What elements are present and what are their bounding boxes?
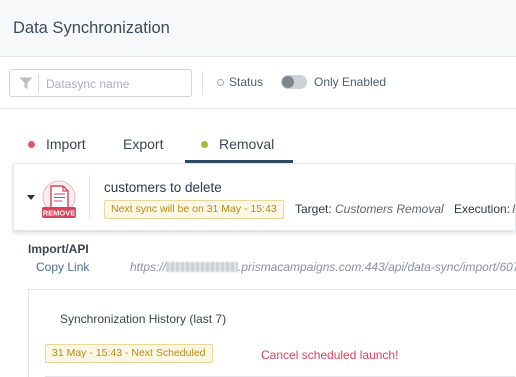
- tab-removal-label: Removal: [219, 136, 275, 152]
- status-radio[interactable]: [217, 79, 224, 86]
- only-enabled-toggle[interactable]: [281, 75, 307, 89]
- target-label: Target:: [295, 202, 332, 216]
- status-filter-label[interactable]: Status: [229, 75, 263, 89]
- removal-status-dot: [201, 141, 208, 148]
- import-status-dot: [28, 141, 35, 148]
- import-api-heading: Import/API: [28, 242, 89, 256]
- copy-link[interactable]: Copy Link: [36, 260, 89, 274]
- page-title: Data Synchronization: [13, 19, 170, 37]
- target-value: Customers Removal: [335, 202, 444, 216]
- sync-item-card[interactable]: REMOVE customers to delete Next sync wil…: [13, 163, 516, 231]
- next-sync-badge: Next sync will be on 31 May - 15:43: [104, 200, 284, 219]
- search-divider: [38, 74, 39, 93]
- api-url-prefix: https://: [130, 260, 167, 274]
- remove-document-icon: REMOVE: [42, 180, 76, 218]
- only-enabled-label: Only Enabled: [314, 75, 387, 89]
- tab-export[interactable]: Export: [123, 136, 163, 152]
- api-url: https:// .prismacampaigns.com:443/api/dat…: [130, 260, 516, 274]
- next-scheduled-badge: 31 May - 15:43 - Next Scheduled: [45, 344, 213, 363]
- tab-import[interactable]: Import: [28, 136, 86, 152]
- filter-bar: Datasync name Status Only Enabled: [0, 57, 516, 109]
- remove-badge-text: REMOVE: [43, 209, 76, 218]
- search-placeholder: Datasync name: [46, 77, 130, 91]
- api-url-suffix: .prismacampaigns.com:443/api/data-sync/i…: [238, 260, 516, 274]
- filter-icon: [19, 77, 33, 89]
- expand-caret-icon[interactable]: [27, 195, 35, 200]
- sync-history-panel: Synchronization History (last 7) 31 May …: [28, 289, 516, 377]
- tab-import-label: Import: [46, 136, 86, 152]
- execution-value: I: [512, 202, 516, 216]
- search-input[interactable]: Datasync name: [9, 69, 192, 97]
- execution-label: Execution:: [454, 202, 511, 216]
- cancel-scheduled-launch-link[interactable]: Cancel scheduled launch!: [261, 348, 398, 362]
- toggle-knob: [282, 76, 294, 88]
- sync-item-title: customers to delete: [104, 180, 222, 195]
- tab-export-label: Export: [123, 136, 164, 152]
- filter-divider: [202, 71, 203, 95]
- card-divider: [89, 175, 90, 220]
- sync-history-title: Synchronization History (last 7): [60, 312, 227, 326]
- tab-removal[interactable]: Removal: [201, 136, 274, 152]
- page-header: Data Synchronization: [0, 0, 516, 57]
- redacted-host: [166, 262, 239, 272]
